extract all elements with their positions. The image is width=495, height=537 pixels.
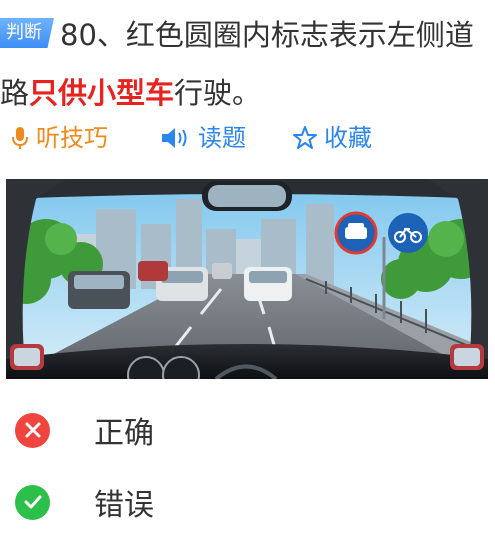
option-wrong-label: 错误 [94,488,154,523]
check-circle-icon [15,484,50,520]
microphone-icon [12,127,28,149]
question-type-badge: 判断 [0,18,54,48]
question-image [6,179,488,379]
motorway-lane-sign [334,211,378,255]
star-icon [293,126,317,149]
speaker-icon [162,128,187,148]
listen-tips-button[interactable]: 听技巧 [10,118,108,158]
option-correct-label: 正确 [94,416,154,451]
read-question-label: 读题 [198,124,246,152]
x-circle-icon [15,412,50,448]
question-highlight: 只供小型车 [29,76,175,110]
question-text: 判断 80、红色圆圈内标志表示左侧道路只供小型车行驶。 [0,6,495,122]
question-toolbar: 听技巧 读题 收藏 [0,118,495,158]
listen-tips-label: 听技巧 [36,124,108,152]
favorite-button[interactable]: 收藏 [292,118,372,158]
read-question-button[interactable]: 读题 [160,118,246,158]
question-text-end: 行驶。 [174,76,262,110]
bicycle-lane-sign [388,213,428,253]
option-wrong[interactable]: 错误 [0,472,495,532]
option-correct[interactable]: 正确 [0,400,495,460]
favorite-label: 收藏 [324,124,372,152]
